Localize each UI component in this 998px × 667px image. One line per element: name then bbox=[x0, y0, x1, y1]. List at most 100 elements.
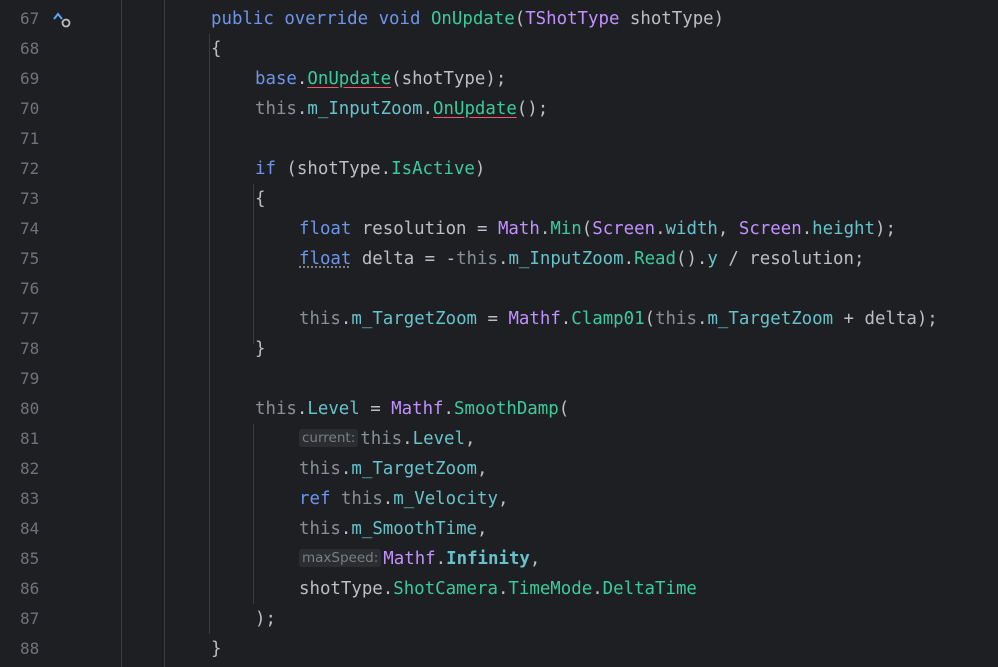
punct: ( bbox=[558, 399, 570, 419]
method-name: Min bbox=[550, 219, 582, 239]
indent-guide bbox=[164, 0, 165, 667]
field-name: m_InputZoom bbox=[508, 249, 624, 269]
line-number: 71 bbox=[20, 129, 40, 148]
expr: = bbox=[359, 399, 392, 419]
punct: , bbox=[497, 489, 509, 509]
method-name: SmoothDamp bbox=[454, 399, 559, 419]
property-name: Level bbox=[412, 429, 465, 449]
punct: . bbox=[623, 249, 635, 269]
expr: delta = - bbox=[351, 249, 457, 269]
punct: , bbox=[529, 549, 541, 569]
line-number: 79 bbox=[20, 369, 40, 388]
field-name: m_InputZoom bbox=[307, 99, 423, 119]
punct: ( bbox=[644, 309, 656, 329]
property-name: Infinity bbox=[446, 549, 530, 569]
type-name: Mathf bbox=[383, 549, 436, 569]
line-number: 75 bbox=[20, 249, 40, 268]
method-name: OnUpdate bbox=[307, 69, 392, 89]
line-number: 81 bbox=[20, 429, 40, 448]
keyword: float bbox=[299, 219, 352, 239]
punct: ); bbox=[875, 219, 896, 239]
this-keyword: this bbox=[299, 459, 341, 479]
expr: shotType. bbox=[299, 579, 394, 599]
code-line-88[interactable]: } bbox=[211, 634, 221, 664]
code-line-68[interactable]: { bbox=[211, 34, 221, 64]
this-keyword: this bbox=[360, 429, 403, 449]
parameter-hint: current: bbox=[299, 429, 359, 447]
expr: + delta); bbox=[833, 309, 938, 329]
code-line-85[interactable]: maxSpeed: Mathf.Infinity, bbox=[299, 544, 540, 574]
brace: { bbox=[211, 39, 222, 59]
code-line-70[interactable]: this.m_InputZoom.OnUpdate(); bbox=[255, 94, 548, 124]
line-number-gutter: 67 68 69 70 71 72 73 74 75 76 77 78 79 8… bbox=[0, 0, 122, 667]
punct: . bbox=[443, 399, 454, 419]
code-line-83[interactable]: ref this.m_Velocity, bbox=[299, 484, 508, 514]
line-number: 84 bbox=[20, 519, 40, 538]
code-line-77[interactable]: this.m_TargetZoom = Mathf.Clamp01(this.m… bbox=[299, 304, 938, 334]
code-editor[interactable]: public override void OnUpdate(TShotType … bbox=[122, 0, 998, 667]
brace: { bbox=[255, 189, 266, 209]
code-line-81[interactable]: current: this.Level, bbox=[299, 424, 475, 454]
keyword: override bbox=[284, 9, 369, 29]
line-number: 80 bbox=[20, 399, 40, 418]
code-line-73[interactable]: { bbox=[255, 184, 265, 214]
this-keyword: this bbox=[340, 489, 383, 509]
this-keyword: this bbox=[255, 399, 297, 419]
args: (); bbox=[516, 99, 549, 119]
line-number: 88 bbox=[20, 639, 40, 658]
code-line-82[interactable]: this.m_TargetZoom, bbox=[299, 454, 488, 484]
override-up-arrow-icon[interactable] bbox=[52, 4, 72, 34]
keyword: public bbox=[211, 9, 274, 29]
code-line-84[interactable]: this.m_SmoothTime, bbox=[299, 514, 488, 544]
expr: (shotType. bbox=[275, 159, 392, 179]
code-line-67[interactable]: public override void OnUpdate(TShotType … bbox=[211, 4, 724, 34]
property-name: Level bbox=[307, 399, 360, 419]
punct: . bbox=[340, 459, 352, 479]
property-name: ShotCamera bbox=[393, 579, 498, 599]
property-name: TimeMode bbox=[508, 579, 593, 599]
line-number: 72 bbox=[20, 159, 40, 178]
method-name: OnUpdate bbox=[430, 9, 515, 29]
field-name: m_TargetZoom bbox=[351, 309, 478, 329]
type-name: Mathf bbox=[391, 399, 444, 419]
line-number: 87 bbox=[20, 609, 40, 628]
line-number: 74 bbox=[20, 219, 40, 238]
this-keyword: this bbox=[655, 309, 697, 329]
line-number: 68 bbox=[20, 39, 40, 58]
code-line-78[interactable]: } bbox=[255, 334, 265, 364]
type-name: Math bbox=[497, 219, 540, 239]
punct: (). bbox=[675, 249, 708, 269]
code-line-74[interactable]: float resolution = Math.Min(Screen.width… bbox=[299, 214, 896, 244]
property-name: DeltaTime bbox=[602, 579, 697, 599]
keyword: base bbox=[255, 69, 297, 89]
line-number: 70 bbox=[20, 99, 40, 118]
punct: ); bbox=[255, 609, 276, 629]
this-keyword: this bbox=[299, 309, 341, 329]
param: shotType) bbox=[619, 9, 725, 29]
punct: , bbox=[464, 429, 476, 449]
code-line-69[interactable]: base.OnUpdate(shotType); bbox=[255, 64, 506, 94]
code-line-87[interactable]: ); bbox=[255, 604, 276, 634]
property-name: height bbox=[812, 219, 875, 239]
punct: . bbox=[340, 519, 352, 539]
punct: . bbox=[696, 309, 708, 329]
punct: . bbox=[340, 309, 352, 329]
parameter-hint: maxSpeed: bbox=[299, 549, 382, 567]
code-line-80[interactable]: this.Level = Mathf.SmoothDamp( bbox=[255, 394, 569, 424]
punct: ( bbox=[581, 219, 593, 239]
code-line-72[interactable]: if (shotType.IsActive) bbox=[255, 154, 485, 184]
code-line-75[interactable]: float delta = -this.m_InputZoom.Read().y… bbox=[299, 244, 864, 274]
field-name: m_TargetZoom bbox=[351, 459, 478, 479]
punct: , bbox=[717, 219, 739, 239]
this-keyword: this bbox=[255, 99, 297, 119]
keyword: if bbox=[255, 159, 276, 179]
punct: . bbox=[402, 429, 413, 449]
field-name: m_Velocity bbox=[393, 489, 498, 509]
line-number: 85 bbox=[20, 549, 40, 568]
code-line-86[interactable]: shotType.ShotCamera.TimeMode.DeltaTime bbox=[299, 574, 697, 604]
punct: . bbox=[539, 219, 551, 239]
line-number: 73 bbox=[20, 189, 40, 208]
punct: , bbox=[477, 459, 488, 479]
line-number: 86 bbox=[20, 579, 40, 598]
this-keyword: this bbox=[456, 249, 498, 269]
